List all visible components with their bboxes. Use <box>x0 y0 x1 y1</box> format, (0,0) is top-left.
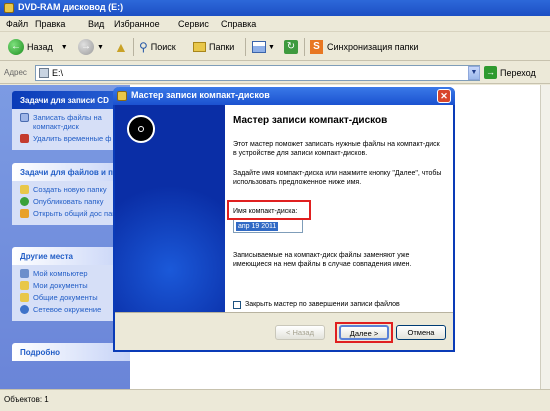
wizard-instruction-text: Задайте имя компакт-диска или нажмите кн… <box>233 170 442 186</box>
address-input[interactable]: E:\ <box>35 65 480 81</box>
shared-documents-link[interactable]: Общие документы <box>20 293 128 302</box>
address-dropdown-button[interactable]: ▼ <box>468 66 480 80</box>
wizard-intro-text: Этот мастер поможет записать нужные файл… <box>233 141 440 157</box>
task-pane: Задачи для записи CD Записать файлы на к… <box>0 85 130 389</box>
toolbar-separator <box>304 38 305 56</box>
close-wizard-label[interactable]: Закрыть мастер по завершении записи файл… <box>245 301 400 308</box>
sync-folder-button[interactable]: S Синхронизация папки <box>310 38 418 56</box>
go-button[interactable]: → Переход <box>484 66 536 79</box>
my-computer-icon <box>20 269 29 278</box>
menu-help[interactable]: Справка <box>221 19 256 29</box>
chevron-down-icon: ▼ <box>268 43 275 51</box>
dialog-titlebar: Мастер записи компакт-дисков ✕ <box>113 87 455 105</box>
refresh-icon: ↻ <box>284 40 298 54</box>
delete-temp-files-link[interactable]: Удалить временные ф <box>20 134 128 143</box>
search-icon: ⚲ <box>139 40 148 54</box>
delete-temp-label: Удалить временные ф <box>33 134 112 143</box>
my-computer-link[interactable]: Мой компьютер <box>20 269 128 278</box>
back-arrow-icon: ← <box>8 39 24 55</box>
write-files-link[interactable]: Записать файлы на компакт-диск <box>20 113 128 131</box>
back-button[interactable]: ← Назад ▼ <box>8 38 68 56</box>
up-folder-button[interactable]: ▲ <box>114 38 128 56</box>
menu-favorites[interactable]: Избранное <box>114 19 160 29</box>
drive-icon <box>39 68 49 78</box>
chevron-down-icon: ▼ <box>97 43 104 51</box>
network-places-label: Сетевое окружение <box>33 305 102 314</box>
cd-writing-wizard-dialog: Мастер записи компакт-дисков ✕ Мастер за… <box>113 87 455 352</box>
status-text: Объектов: 1 <box>4 395 49 404</box>
address-bar: Адрес E:\ ▼ → Переход <box>0 62 550 84</box>
cd-write-icon <box>20 113 29 122</box>
status-bar: Объектов: 1 <box>0 389 550 411</box>
address-value: E:\ <box>52 68 64 78</box>
new-folder-label: Создать новую папку <box>33 185 107 194</box>
wizard-banner <box>115 105 225 312</box>
back-label: Назад <box>27 42 53 52</box>
network-icon <box>20 305 29 314</box>
drive-icon <box>4 3 14 13</box>
share-icon <box>20 209 29 218</box>
web-publish-icon <box>20 197 29 206</box>
up-folder-icon: ▲ <box>114 39 128 55</box>
shared-documents-label: Общие документы <box>33 293 98 302</box>
network-places-link[interactable]: Сетевое окружение <box>20 305 128 314</box>
share-folder-label: Открыть общий дос папке <box>33 209 124 218</box>
forward-button[interactable]: → ▼ <box>78 38 104 56</box>
views-icon <box>252 41 266 53</box>
new-folder-icon <box>20 185 29 194</box>
sync-icon: S <box>310 40 323 54</box>
menu-tools[interactable]: Сервис <box>178 19 209 29</box>
my-computer-label: Мой компьютер <box>33 269 88 278</box>
refresh-button[interactable]: ↻ <box>284 38 298 56</box>
shared-documents-icon <box>20 293 29 302</box>
search-button[interactable]: ⚲ Поиск <box>139 38 176 56</box>
window-titlebar: DVD-RAM дисковод (E:) <box>0 0 550 16</box>
menu-file[interactable]: Файл <box>6 19 28 29</box>
go-arrow-icon: → <box>484 66 497 79</box>
folders-icon <box>193 42 206 52</box>
wizard-heading: Мастер записи компакт-дисков <box>233 115 388 126</box>
chevron-down-icon: ▼ <box>60 43 68 51</box>
publish-folder-link[interactable]: Опубликовать папку <box>20 197 128 206</box>
folders-button[interactable]: Папки <box>193 38 234 56</box>
sync-label: Синхронизация папки <box>327 42 419 52</box>
toolbar-separator <box>245 38 246 56</box>
my-documents-link[interactable]: Мои документы <box>20 281 128 290</box>
search-label: Поиск <box>150 42 176 52</box>
cancel-button[interactable]: Отмена <box>396 325 446 340</box>
toolbar: ← Назад ▼ → ▼ ▲ ⚲ Поиск Папки ▼ ↻ S Синх… <box>0 33 550 61</box>
cd-icon <box>127 115 155 143</box>
new-folder-link[interactable]: Создать новую папку <box>20 185 128 194</box>
cd-name-input[interactable]: апр 19 2011 <box>233 219 303 233</box>
my-documents-icon <box>20 281 29 290</box>
address-label: Адрес <box>4 68 27 77</box>
window-title: DVD-RAM дисковод (E:) <box>18 2 124 12</box>
wizard-warning-text: Записываемые на компакт-диск файлы замен… <box>233 252 412 268</box>
toolbar-separator <box>133 38 134 56</box>
share-folder-link[interactable]: Открыть общий дос папке <box>20 209 128 218</box>
back-button[interactable]: < Назад <box>275 325 325 340</box>
dialog-title: Мастер записи компакт-дисков <box>131 90 270 100</box>
vertical-scrollbar[interactable] <box>540 85 550 389</box>
my-documents-label: Мои документы <box>33 281 88 290</box>
folders-label: Папки <box>209 42 235 52</box>
highlight-frame-name <box>227 200 311 220</box>
wizard-button-bar: < Назад Далее > Отмена <box>115 312 453 350</box>
delete-icon <box>20 134 29 143</box>
next-button[interactable]: Далее > <box>339 325 389 340</box>
wizard-icon <box>117 91 127 101</box>
menu-bar: Файл Правка Вид Избранное Сервис Справка <box>0 16 550 32</box>
cd-name-value: апр 19 2011 <box>236 222 279 231</box>
menu-edit[interactable]: Правка <box>35 19 65 29</box>
close-wizard-checkbox[interactable] <box>233 301 241 309</box>
menu-view[interactable]: Вид <box>88 19 104 29</box>
publish-folder-label: Опубликовать папку <box>33 197 104 206</box>
views-button[interactable]: ▼ <box>252 38 275 56</box>
forward-arrow-icon: → <box>78 39 94 55</box>
close-icon[interactable]: ✕ <box>437 89 451 103</box>
go-label: Переход <box>500 67 536 78</box>
banner-glow <box>115 185 225 312</box>
